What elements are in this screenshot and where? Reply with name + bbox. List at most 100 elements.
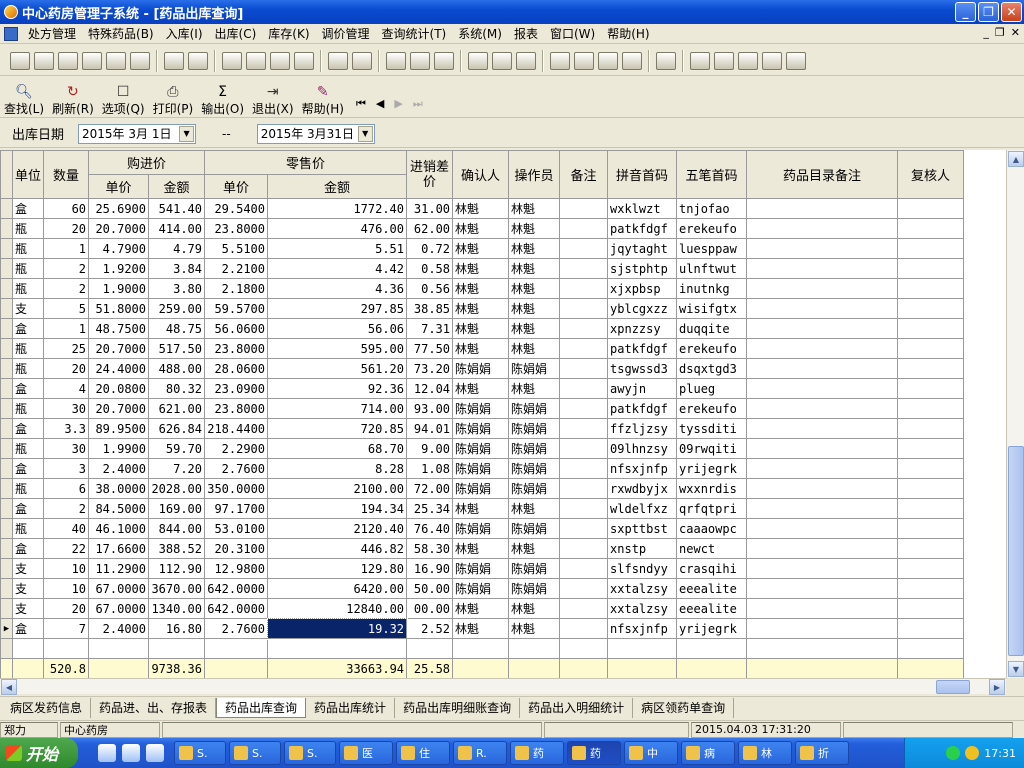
cell-retail-amount[interactable]: 714.00 xyxy=(267,398,408,419)
taskbar-task[interactable]: S. xyxy=(174,741,226,765)
cell-purchase-amount[interactable]: 2028.00 xyxy=(148,478,206,499)
cell-operator[interactable]: 陈娟娟 xyxy=(508,478,561,499)
cell-pinyin[interactable]: yblcgxzz xyxy=(607,298,678,319)
cell-qty[interactable]: 2 xyxy=(43,258,90,279)
cell-retail-amount[interactable]: 561.20 xyxy=(267,358,408,379)
cell-purchase-amount[interactable]: 621.00 xyxy=(148,398,206,419)
cell-wubi[interactable]: eeealite xyxy=(676,598,748,619)
cell-confirmer[interactable]: 林魁 xyxy=(452,378,510,399)
cell-note[interactable] xyxy=(559,618,609,639)
tab-inout-detail-stats[interactable]: 药品出入明细统计 xyxy=(520,697,634,718)
taskbar-task[interactable]: 折 xyxy=(795,741,849,765)
cell-reviewer[interactable] xyxy=(897,238,965,259)
cell-unit[interactable]: 支 xyxy=(11,298,45,319)
tab-ward-dispensing[interactable]: 病区发药信息 xyxy=(2,697,92,718)
table-row[interactable]: 瓶 40 46.1000 844.00 53.0100 2120.40 76.40 陈娟娟 陈娟… xyxy=(0,518,965,539)
cell-note[interactable] xyxy=(559,538,609,559)
cell-operator[interactable]: 林魁 xyxy=(508,318,561,339)
row-indicator[interactable] xyxy=(0,238,13,259)
cell-catalog-note[interactable] xyxy=(746,278,899,299)
col-unit[interactable]: 单位 xyxy=(11,150,45,199)
cell-confirmer[interactable]: 陈娟娟 xyxy=(452,558,510,579)
cell-purchase-price[interactable]: 20.7000 xyxy=(88,398,150,419)
row-indicator[interactable] xyxy=(0,478,13,499)
cell-diff[interactable]: 38.85 xyxy=(406,298,454,319)
cell-unit[interactable]: 盒 xyxy=(11,378,45,399)
cell-retail-amount[interactable]: 194.34 xyxy=(267,498,408,519)
menu-inventory[interactable]: 库存(K) xyxy=(262,25,315,42)
row-indicator[interactable] xyxy=(0,418,13,439)
cell-pinyin[interactable]: xxtalzsy xyxy=(607,578,678,599)
col-retail-price[interactable]: 单价 xyxy=(204,174,269,199)
start-button[interactable]: 开始 xyxy=(0,738,78,768)
cell-retail-amount[interactable]: 6420.00 xyxy=(267,578,408,599)
clipboard-icon[interactable] xyxy=(82,51,102,70)
cell-operator[interactable]: 林魁 xyxy=(508,378,561,399)
cell-qty[interactable]: 40 xyxy=(43,518,90,539)
menu-help[interactable]: 帮助(H) xyxy=(601,25,655,42)
cell-catalog-note[interactable] xyxy=(746,398,899,419)
cell-diff[interactable]: 72.00 xyxy=(406,478,454,499)
cell-note[interactable] xyxy=(559,598,609,619)
transfer-icon[interactable] xyxy=(492,51,512,70)
cell-purchase-amount[interactable]: 16.80 xyxy=(148,618,206,639)
cell-retail-amount[interactable]: 129.80 xyxy=(267,558,408,579)
cell-catalog-note[interactable] xyxy=(746,358,899,379)
cell-operator[interactable]: 林魁 xyxy=(508,298,561,319)
cell-reviewer[interactable] xyxy=(897,618,965,639)
table-row[interactable]: 瓶 2 1.9200 3.84 2.2100 4.42 0.58 林魁 林魁 sjstphtp ul… xyxy=(0,258,965,279)
cell-reviewer[interactable] xyxy=(897,418,965,439)
cell-reviewer[interactable] xyxy=(897,258,965,279)
cell-operator[interactable]: 林魁 xyxy=(508,238,561,259)
cell-confirmer[interactable]: 陈娟娟 xyxy=(452,358,510,379)
cell-pinyin[interactable]: wldelfxz xyxy=(607,498,678,519)
cell-retail-price[interactable]: 5.5100 xyxy=(204,238,269,259)
cell-confirmer[interactable]: 林魁 xyxy=(452,218,510,239)
cell-reviewer[interactable] xyxy=(897,278,965,299)
cell-confirmer[interactable]: 林魁 xyxy=(452,538,510,559)
tray-icon[interactable] xyxy=(946,746,961,760)
cell-wubi[interactable]: plueg xyxy=(676,378,748,399)
bottle-icon[interactable] xyxy=(34,51,54,70)
row-indicator[interactable] xyxy=(0,538,13,559)
col-catalog-note[interactable]: 药品目录备注 xyxy=(746,150,899,199)
cell-purchase-price[interactable]: 1.9000 xyxy=(88,278,150,299)
table-icon[interactable] xyxy=(352,51,372,70)
image-icon[interactable] xyxy=(434,51,454,70)
cell-pinyin[interactable]: xjxpbsp xyxy=(607,278,678,299)
cell-diff[interactable]: 62.00 xyxy=(406,218,454,239)
mdi-minimize-icon[interactable]: _ xyxy=(983,26,989,39)
col-purchase-amount[interactable]: 金额 xyxy=(148,174,206,199)
cell-retail-amount[interactable]: 720.85 xyxy=(267,418,408,439)
app-shortcut-icon[interactable] xyxy=(122,744,140,762)
cell-reviewer[interactable] xyxy=(897,218,965,239)
taskbar-task[interactable]: 药 xyxy=(510,741,564,765)
bell-icon[interactable] xyxy=(410,51,430,70)
cell-diff[interactable]: 25.34 xyxy=(406,498,454,519)
table-row[interactable]: 盒 3 2.4000 7.20 2.7600 8.28 1.08 陈娟娟 陈娟娟 nfsxjnfp… xyxy=(0,458,965,479)
chevron-down-icon[interactable]: ▼ xyxy=(357,125,373,142)
windows-icon[interactable] xyxy=(738,51,758,70)
end-date-picker[interactable]: 2015年 3月31日 ▼ xyxy=(256,123,375,144)
form-icon[interactable] xyxy=(328,51,348,70)
search-icon[interactable] xyxy=(598,51,618,70)
col-confirmer[interactable]: 确认人 xyxy=(452,150,510,199)
cell-pinyin[interactable]: 09lhnzsy xyxy=(607,438,678,459)
cell-note[interactable] xyxy=(559,518,609,539)
cell-retail-price[interactable]: 23.0900 xyxy=(204,378,269,399)
table-row[interactable]: 瓶 1 4.7900 4.79 5.5100 5.51 0.72 林魁 林魁 jqytaght lu… xyxy=(0,238,965,259)
minimize-button[interactable]: _ xyxy=(955,2,976,22)
cell-purchase-amount[interactable]: 414.00 xyxy=(148,218,206,239)
cell-unit[interactable]: 瓶 xyxy=(11,518,45,539)
col-wubi[interactable]: 五笔首码 xyxy=(676,150,748,199)
cell-operator[interactable]: 林魁 xyxy=(508,338,561,359)
cell-unit[interactable]: 瓶 xyxy=(11,338,45,359)
cell-purchase-price[interactable]: 1.9900 xyxy=(88,438,150,459)
cell-purchase-amount[interactable]: 3670.00 xyxy=(148,578,206,599)
menu-window[interactable]: 窗口(W) xyxy=(544,25,601,42)
row-indicator[interactable] xyxy=(0,558,13,579)
stock-out-grid[interactable]: 单位 数量 购进价 零售价 进销差价 确认人 操作员 备注 拼音首码 五笔首码 … xyxy=(0,150,1006,678)
row-indicator[interactable] xyxy=(0,258,13,279)
horizontal-scrollbar[interactable]: ◀ ▶ xyxy=(0,678,1006,695)
cell-reviewer[interactable] xyxy=(897,338,965,359)
